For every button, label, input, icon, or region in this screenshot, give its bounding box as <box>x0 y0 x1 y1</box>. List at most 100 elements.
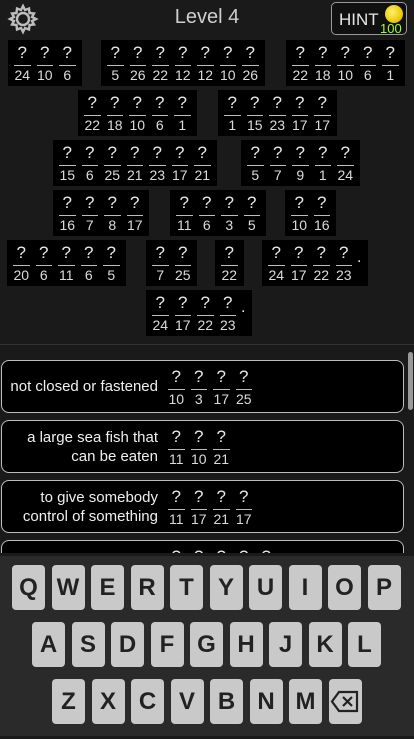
letter-cell[interactable]: ? 9 <box>289 141 312 186</box>
letter-cell[interactable]: ? 17 <box>172 291 195 336</box>
letter-cell[interactable]: ? 11 <box>55 241 78 286</box>
letter-cell[interactable]: ? 25 <box>172 241 195 286</box>
key-f[interactable]: F <box>150 622 184 667</box>
letter-cell[interactable]: ? 15 <box>56 141 79 186</box>
letter-cell[interactable]: ? 24 <box>265 241 288 286</box>
key-v[interactable]: V <box>170 679 204 724</box>
letter-cell[interactable]: ? 7 <box>79 191 102 236</box>
key-u[interactable]: U <box>249 565 282 610</box>
letter-cell[interactable]: ? 16 <box>56 191 79 236</box>
key-a[interactable]: A <box>32 622 65 667</box>
clue-item[interactable]: not closed or fastened? 10? 3? 17? 25 <box>1 360 404 413</box>
letter-cell[interactable]: ? 26 <box>239 41 262 86</box>
letter-cell[interactable]: ? 6 <box>33 241 56 286</box>
letter-cell[interactable]: ? 1 <box>312 141 335 186</box>
key-t[interactable]: T <box>170 565 203 610</box>
letter-cell[interactable]: ? 24 <box>149 291 172 336</box>
letter-cell[interactable]: ? 5 <box>104 41 127 86</box>
letter-cell[interactable]: ? 22 <box>81 91 104 136</box>
letter-number: 24 <box>152 317 169 333</box>
letter-cell[interactable]: ? 18 <box>312 41 335 86</box>
key-e[interactable]: E <box>91 565 124 610</box>
key-r[interactable]: R <box>130 565 164 610</box>
key-x[interactable]: X <box>91 679 125 724</box>
letter-cell[interactable]: ? 24 <box>334 141 357 186</box>
letter-cell[interactable]: ? 23 <box>266 91 289 136</box>
letter-cell[interactable]: ? 8 <box>101 191 124 236</box>
letter-cell[interactable]: ? 22 <box>289 41 312 86</box>
hint-button[interactable]: HINT 100 <box>331 2 407 36</box>
clue-item[interactable]: ????? <box>1 540 404 553</box>
letter-placeholder: ? <box>179 193 189 212</box>
letter-cell[interactable]: ? 23 <box>146 141 169 186</box>
key-w[interactable]: W <box>51 565 85 610</box>
letter-cell[interactable]: ? 22 <box>310 241 333 286</box>
key-i[interactable]: I <box>288 565 322 610</box>
key-k[interactable]: K <box>308 622 342 667</box>
letter-cell[interactable]: ? 11 <box>173 191 196 236</box>
key-o[interactable]: O <box>328 565 361 610</box>
letter-cell[interactable]: ? 25 <box>101 141 124 186</box>
letter-cell[interactable]: ? 26 <box>127 41 150 86</box>
letter-cell[interactable]: ? 3 <box>218 191 241 236</box>
letter-cell[interactable]: ? 6 <box>79 141 102 186</box>
letter-underline <box>337 165 354 166</box>
clue-list-scrollbar[interactable] <box>408 352 413 410</box>
letter-cell[interactable]: ? 10 <box>34 41 57 86</box>
letter-cell[interactable]: ? 10 <box>126 91 149 136</box>
letter-cell[interactable]: ? 21 <box>191 141 214 186</box>
letter-cell[interactable]: ? 12 <box>194 41 217 86</box>
letter-cell[interactable]: ? 15 <box>244 91 267 136</box>
letter-cell[interactable]: ? 1 <box>221 91 244 136</box>
key-s[interactable]: S <box>71 622 105 667</box>
key-y[interactable]: Y <box>209 565 243 610</box>
letter-cell[interactable]: ? 20 <box>10 241 33 286</box>
punctuation: . <box>355 241 365 286</box>
backspace-button[interactable] <box>328 679 362 724</box>
letter-cell[interactable]: ? 5 <box>241 191 264 236</box>
key-z[interactable]: Z <box>52 679 85 724</box>
letter-cell[interactable]: ? 23 <box>333 241 356 286</box>
key-d[interactable]: D <box>111 622 144 667</box>
letter-cell[interactable]: ? 1 <box>379 41 402 86</box>
letter-cell[interactable]: ? 24 <box>11 41 34 86</box>
letter-cell[interactable]: ? 7 <box>267 141 290 186</box>
key-p[interactable]: P <box>367 565 401 610</box>
letter-cell[interactable]: ? 16 <box>311 191 334 236</box>
clue-item[interactable]: a large sea fish that can be eaten? 11? 10… <box>1 420 404 473</box>
letter-cell[interactable]: ? 22 <box>149 41 172 86</box>
key-g[interactable]: G <box>190 622 223 667</box>
clue-item[interactable]: to give somebody control of something? 11… <box>1 480 404 533</box>
letter-cell[interactable]: ? 18 <box>104 91 127 136</box>
letter-cell[interactable]: ? 7 <box>149 241 172 286</box>
letter-cell[interactable]: ? 6 <box>196 191 219 236</box>
letter-cell[interactable]: ? 10 <box>334 41 357 86</box>
key-b[interactable]: B <box>210 679 243 724</box>
letter-cell[interactable]: ? 21 <box>124 141 147 186</box>
key-j[interactable]: J <box>269 622 302 667</box>
letter-cell[interactable]: ? 23 <box>217 291 240 336</box>
letter-cell[interactable]: ? 17 <box>124 191 147 236</box>
letter-cell[interactable]: ? 17 <box>288 241 311 286</box>
key-n[interactable]: N <box>249 679 283 724</box>
letter-cell[interactable]: ? 22 <box>218 241 241 286</box>
letter-cell[interactable]: ? 12 <box>172 41 195 86</box>
letter-cell[interactable]: ? 5 <box>244 141 267 186</box>
key-l[interactable]: L <box>348 622 381 667</box>
key-m[interactable]: M <box>289 679 322 724</box>
letter-cell[interactable]: ? 6 <box>149 91 172 136</box>
letter-cell[interactable]: ? 17 <box>169 141 192 186</box>
letter-cell[interactable]: ? 1 <box>171 91 194 136</box>
letter-cell[interactable]: ? 10 <box>217 41 240 86</box>
key-c[interactable]: C <box>131 679 164 724</box>
letter-cell[interactable]: ? 17 <box>311 91 334 136</box>
key-h[interactable]: H <box>229 622 263 667</box>
letter-cell[interactable]: ? 10 <box>288 191 311 236</box>
letter-cell[interactable]: ? 5 <box>100 241 123 286</box>
letter-cell[interactable]: ? 22 <box>194 291 217 336</box>
letter-cell[interactable]: ? 6 <box>78 241 101 286</box>
letter-cell[interactable]: ? 6 <box>56 41 79 86</box>
letter-cell[interactable]: ? 6 <box>357 41 380 86</box>
letter-cell[interactable]: ? 17 <box>289 91 312 136</box>
key-q[interactable]: Q <box>12 565 45 610</box>
